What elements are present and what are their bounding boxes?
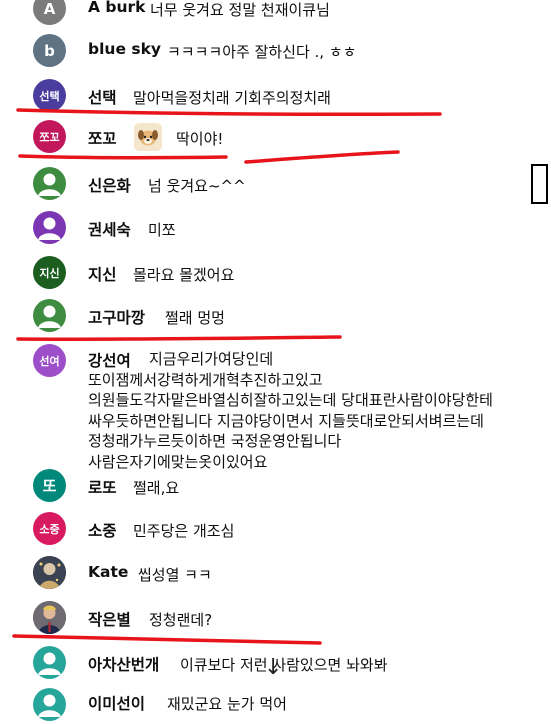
red-underline: [244, 150, 400, 164]
down-arrow-icon[interactable]: ↓: [264, 655, 282, 680]
red-underline: [16, 108, 442, 117]
red-underline: [12, 634, 322, 645]
red-underline: [18, 154, 228, 160]
red-underline-annotations: [12, 108, 442, 645]
red-underline: [16, 335, 342, 342]
rectangle-outline: [531, 164, 548, 204]
